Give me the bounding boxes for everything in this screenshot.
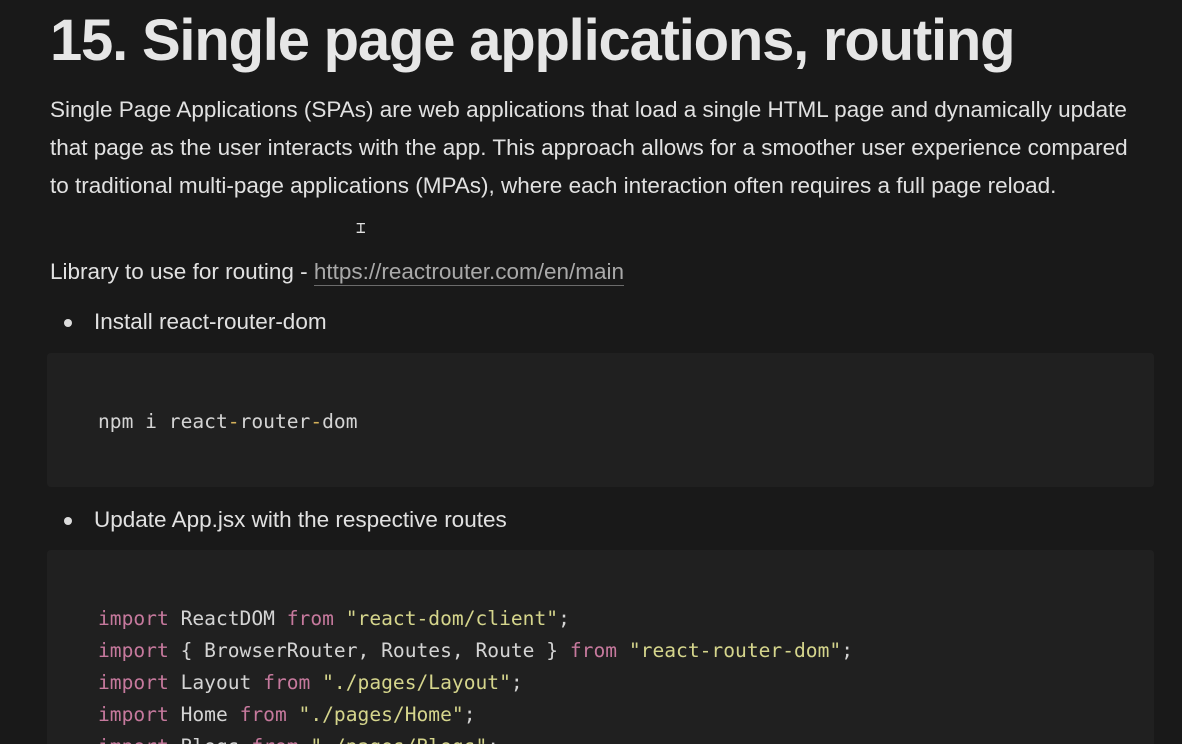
- bullet-text: Update App.jsx with the respective route…: [94, 507, 507, 532]
- bullet-item: Install react-router-dom: [60, 305, 660, 339]
- code-line: import Blogs from "./pages/Blogs";: [98, 731, 499, 744]
- reactrouter-link[interactable]: https://reactrouter.com/en/main: [313, 259, 625, 286]
- bullet-dot-icon: [64, 319, 72, 327]
- code-line: import Home from "./pages/Home";: [98, 703, 476, 726]
- code-line: npm i react-router-dom: [98, 410, 358, 433]
- code-line: import { BrowserRouter, Routes, Route } …: [98, 639, 853, 662]
- bullet-text: Install react-router-dom: [94, 309, 327, 334]
- text-cursor-icon: ⌶: [356, 218, 366, 237]
- page-title: 15. Single page applications, routing: [50, 8, 1016, 73]
- code-block-install[interactable]: npm i react-router-dom: [47, 353, 1154, 487]
- bullet-item: Update App.jsx with the respective route…: [60, 503, 760, 537]
- code-line: import Layout from "./pages/Layout";: [98, 671, 523, 694]
- bullet-dot-icon: [64, 517, 72, 525]
- notion-page: 15. Single page applications, routing Si…: [0, 0, 1182, 744]
- code-block-app[interactable]: import ReactDOM from "react-dom/client";…: [47, 550, 1154, 744]
- library-line: Library to use for routing - https://rea…: [50, 255, 625, 289]
- code-line: import ReactDOM from "react-dom/client";: [98, 607, 570, 630]
- intro-paragraph: Single Page Applications (SPAs) are web …: [50, 97, 1128, 198]
- library-label: Library to use for routing -: [50, 259, 314, 284]
